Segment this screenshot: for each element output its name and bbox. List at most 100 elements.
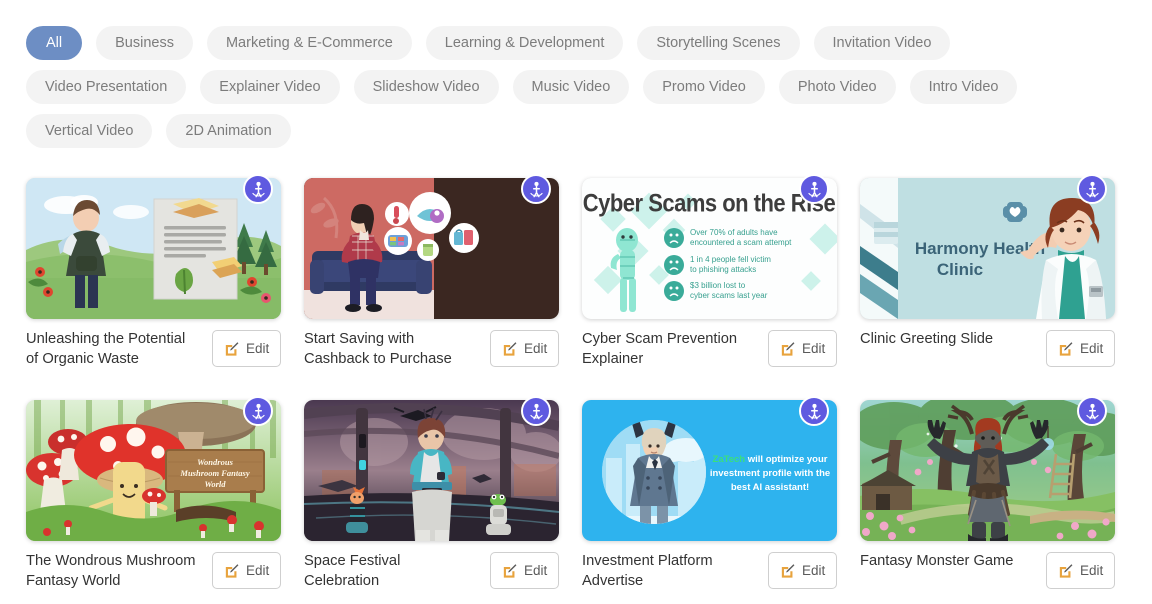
svg-text:$3 billion lost to: $3 billion lost to bbox=[690, 281, 746, 290]
svg-text:Wondrous: Wondrous bbox=[197, 457, 233, 467]
template-thumbnail-organic-waste[interactable] bbox=[26, 178, 281, 319]
card-title: Unleashing the Potential of Organic Wast… bbox=[26, 330, 196, 369]
template-card[interactable]: ZaTech will optimize your investment pro… bbox=[582, 396, 837, 598]
template-card[interactable]: Fantasy Monster Game Edit bbox=[860, 396, 1115, 598]
filter-chip-promo-video[interactable]: Promo Video bbox=[643, 70, 765, 104]
avatar-badge[interactable] bbox=[243, 396, 273, 426]
svg-text:1 in 4 people fell victim: 1 in 4 people fell victim bbox=[690, 255, 771, 264]
card-footer: Clinic Greeting Slide Edit bbox=[860, 330, 1115, 376]
filter-chip-slideshow-video[interactable]: Slideshow Video bbox=[354, 70, 499, 104]
filter-chip-2d-animation[interactable]: 2D Animation bbox=[166, 114, 290, 148]
edit-pencil-icon bbox=[1057, 562, 1074, 579]
thumbnail-wrapper: Cyber Scams on the Rise bbox=[582, 174, 837, 319]
svg-text:cyber scams last year: cyber scams last year bbox=[690, 291, 768, 300]
svg-text:World: World bbox=[204, 479, 226, 489]
card-footer: Fantasy Monster Game Edit bbox=[860, 552, 1115, 598]
template-thumbnail-cashback[interactable] bbox=[304, 178, 559, 319]
template-grid: Unleashing the Potential of Organic Wast… bbox=[0, 174, 1152, 598]
avatar-badge[interactable] bbox=[521, 174, 551, 204]
avatar-person-icon bbox=[527, 402, 546, 421]
svg-text:Clinic: Clinic bbox=[937, 260, 983, 279]
card-footer: The Wondrous Mushroom Fantasy World Edit bbox=[26, 552, 281, 598]
filter-chip-video-presentation[interactable]: Video Presentation bbox=[26, 70, 186, 104]
avatar-badge[interactable] bbox=[1077, 174, 1107, 204]
template-thumbnail-space-festival[interactable] bbox=[304, 400, 559, 541]
svg-text:ZaTech will optimize your: ZaTech will optimize your bbox=[713, 454, 828, 465]
filter-chip-learning-development[interactable]: Learning & Development bbox=[426, 26, 624, 60]
avatar-person-icon bbox=[249, 180, 268, 199]
edit-button-label: Edit bbox=[802, 563, 825, 578]
edit-pencil-icon bbox=[501, 340, 518, 357]
svg-text:to phishing attacks: to phishing attacks bbox=[690, 265, 756, 274]
template-thumbnail-investment[interactable]: ZaTech will optimize your investment pro… bbox=[582, 400, 837, 541]
edit-button[interactable]: Edit bbox=[1046, 330, 1115, 367]
edit-button-label: Edit bbox=[246, 341, 269, 356]
card-footer: Cyber Scam Prevention Explainer Edit bbox=[582, 330, 837, 376]
card-title: Start Saving with Cashback to Purchase bbox=[304, 330, 474, 369]
template-card[interactable]: Unleashing the Potential of Organic Wast… bbox=[26, 174, 281, 376]
avatar-badge[interactable] bbox=[521, 396, 551, 426]
template-thumbnail-cyber-scam[interactable]: Cyber Scams on the Rise bbox=[582, 178, 837, 319]
edit-pencil-icon bbox=[779, 340, 796, 357]
svg-text:encountered a scam attempt: encountered a scam attempt bbox=[690, 238, 792, 247]
svg-text:Over 70% of adults have: Over 70% of adults have bbox=[690, 228, 778, 237]
card-footer: Start Saving with Cashback to Purchase E… bbox=[304, 330, 559, 376]
template-card[interactable]: Harmony Health Clinic bbox=[860, 174, 1115, 376]
template-card[interactable]: Cyber Scams on the Rise bbox=[582, 174, 837, 376]
edit-button[interactable]: Edit bbox=[212, 552, 281, 589]
card-title: Clinic Greeting Slide bbox=[860, 330, 993, 350]
thumbnail-wrapper: Harmony Health Clinic bbox=[860, 174, 1115, 319]
edit-button-label: Edit bbox=[246, 563, 269, 578]
thumbnail-wrapper bbox=[304, 396, 559, 541]
edit-button[interactable]: Edit bbox=[768, 330, 837, 367]
template-card[interactable]: Start Saving with Cashback to Purchase E… bbox=[304, 174, 559, 376]
avatar-person-icon bbox=[805, 402, 824, 421]
edit-button[interactable]: Edit bbox=[1046, 552, 1115, 589]
edit-button[interactable]: Edit bbox=[212, 330, 281, 367]
edit-pencil-icon bbox=[223, 340, 240, 357]
filter-chip-intro-video[interactable]: Intro Video bbox=[910, 70, 1018, 104]
thumbnail-wrapper bbox=[860, 396, 1115, 541]
card-title: The Wondrous Mushroom Fantasy World bbox=[26, 552, 196, 591]
svg-text:best AI assistant!: best AI assistant! bbox=[731, 482, 809, 493]
filter-chip-music-video[interactable]: Music Video bbox=[513, 70, 630, 104]
edit-button[interactable]: Edit bbox=[490, 330, 559, 367]
avatar-badge[interactable] bbox=[243, 174, 273, 204]
avatar-badge[interactable] bbox=[799, 396, 829, 426]
template-card[interactable]: Wondrous Mushroom Fantasy World bbox=[26, 396, 281, 598]
template-thumbnail-mushroom-world[interactable]: Wondrous Mushroom Fantasy World bbox=[26, 400, 281, 541]
edit-button[interactable]: Edit bbox=[490, 552, 559, 589]
edit-pencil-icon bbox=[1057, 340, 1074, 357]
template-thumbnail-clinic[interactable]: Harmony Health Clinic bbox=[860, 178, 1115, 319]
thumbnail-wrapper: Wondrous Mushroom Fantasy World bbox=[26, 396, 281, 541]
avatar-person-icon bbox=[805, 180, 824, 199]
card-title: Space Festival Celebration bbox=[304, 552, 474, 591]
filter-chip-invitation-video[interactable]: Invitation Video bbox=[814, 26, 951, 60]
card-footer: Unleashing the Potential of Organic Wast… bbox=[26, 330, 281, 376]
edit-pencil-icon bbox=[501, 562, 518, 579]
card-footer: Space Festival Celebration Edit bbox=[304, 552, 559, 598]
card-title: Cyber Scam Prevention Explainer bbox=[582, 330, 752, 369]
template-thumbnail-fantasy-monster[interactable] bbox=[860, 400, 1115, 541]
avatar-person-icon bbox=[1083, 180, 1102, 199]
edit-pencil-icon bbox=[223, 562, 240, 579]
filter-chip-business[interactable]: Business bbox=[96, 26, 193, 60]
template-card[interactable]: Space Festival Celebration Edit bbox=[304, 396, 559, 598]
filter-chip-all[interactable]: All bbox=[26, 26, 82, 60]
avatar-person-icon bbox=[527, 180, 546, 199]
edit-button[interactable]: Edit bbox=[768, 552, 837, 589]
filter-chip-storytelling-scenes[interactable]: Storytelling Scenes bbox=[637, 26, 799, 60]
edit-button-label: Edit bbox=[1080, 563, 1103, 578]
avatar-badge[interactable] bbox=[1077, 396, 1107, 426]
filter-chip-photo-video[interactable]: Photo Video bbox=[779, 70, 896, 104]
edit-button-label: Edit bbox=[802, 341, 825, 356]
avatar-badge[interactable] bbox=[799, 174, 829, 204]
category-filter-bar: All Business Marketing & E-Commerce Lear… bbox=[0, 0, 1100, 148]
filter-chip-explainer-video[interactable]: Explainer Video bbox=[200, 70, 339, 104]
thumbnail-wrapper bbox=[304, 174, 559, 319]
avatar-person-icon bbox=[1083, 402, 1102, 421]
filter-chip-marketing-ecommerce[interactable]: Marketing & E-Commerce bbox=[207, 26, 412, 60]
edit-button-label: Edit bbox=[524, 341, 547, 356]
filter-chip-vertical-video[interactable]: Vertical Video bbox=[26, 114, 152, 148]
card-title: Investment Platform Advertise bbox=[582, 552, 752, 591]
